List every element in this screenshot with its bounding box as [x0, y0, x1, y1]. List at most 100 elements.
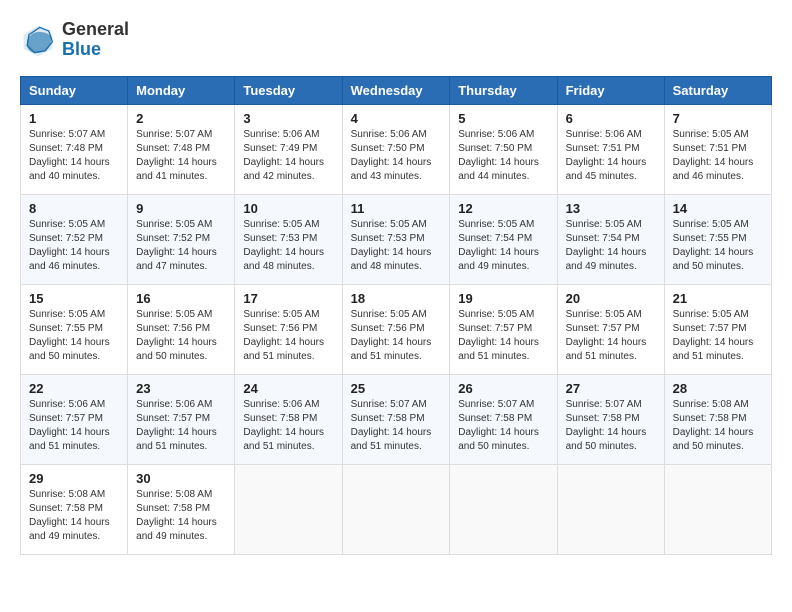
day-cell-18: 18 Sunrise: 5:05 AM Sunset: 7:56 PM Dayli…	[342, 284, 450, 374]
col-header-tuesday: Tuesday	[235, 76, 342, 104]
day-number: 19	[458, 291, 548, 306]
logo: General Blue	[20, 20, 129, 60]
day-number: 27	[566, 381, 656, 396]
day-cell-10: 10 Sunrise: 5:05 AM Sunset: 7:53 PM Dayli…	[235, 194, 342, 284]
day-info: Sunrise: 5:05 AM Sunset: 7:57 PM Dayligh…	[566, 308, 656, 364]
week-row-1: 1 Sunrise: 5:07 AM Sunset: 7:48 PM Daylig…	[21, 104, 772, 194]
day-number: 29	[29, 471, 119, 486]
day-number: 3	[243, 111, 333, 126]
day-number: 8	[29, 201, 119, 216]
day-info: Sunrise: 5:08 AM Sunset: 7:58 PM Dayligh…	[29, 488, 119, 544]
day-info: Sunrise: 5:05 AM Sunset: 7:53 PM Dayligh…	[243, 218, 333, 274]
day-number: 30	[136, 471, 226, 486]
day-number: 4	[351, 111, 442, 126]
day-number: 20	[566, 291, 656, 306]
day-info: Sunrise: 5:06 AM Sunset: 7:49 PM Dayligh…	[243, 128, 333, 184]
day-info: Sunrise: 5:05 AM Sunset: 7:52 PM Dayligh…	[136, 218, 226, 274]
day-number: 11	[351, 201, 442, 216]
day-cell-3: 3 Sunrise: 5:06 AM Sunset: 7:49 PM Daylig…	[235, 104, 342, 194]
day-number: 16	[136, 291, 226, 306]
day-number: 9	[136, 201, 226, 216]
day-number: 25	[351, 381, 442, 396]
logo-icon	[20, 22, 56, 58]
day-cell-6: 6 Sunrise: 5:06 AM Sunset: 7:51 PM Daylig…	[557, 104, 664, 194]
day-info: Sunrise: 5:08 AM Sunset: 7:58 PM Dayligh…	[136, 488, 226, 544]
day-cell-11: 11Sunrise: 5:05 AM Sunset: 7:53 PM Dayli…	[342, 194, 450, 284]
day-info: Sunrise: 5:05 AM Sunset: 7:57 PM Dayligh…	[458, 308, 548, 364]
week-row-4: 22 Sunrise: 5:06 AM Sunset: 7:57 PM Dayli…	[21, 374, 772, 464]
day-cell-30: 30 Sunrise: 5:08 AM Sunset: 7:58 PM Dayli…	[128, 464, 235, 554]
day-number: 10	[243, 201, 333, 216]
day-cell-8: 8Sunrise: 5:05 AM Sunset: 7:52 PM Daylig…	[21, 194, 128, 284]
empty-cell	[557, 464, 664, 554]
day-info: Sunrise: 5:07 AM Sunset: 7:58 PM Dayligh…	[566, 398, 656, 454]
empty-cell	[342, 464, 450, 554]
col-header-friday: Friday	[557, 76, 664, 104]
day-cell-27: 27 Sunrise: 5:07 AM Sunset: 7:58 PM Dayli…	[557, 374, 664, 464]
day-info: Sunrise: 5:05 AM Sunset: 7:55 PM Dayligh…	[673, 218, 763, 274]
day-cell-29: 29 Sunrise: 5:08 AM Sunset: 7:58 PM Dayli…	[21, 464, 128, 554]
day-cell-7: 7 Sunrise: 5:05 AM Sunset: 7:51 PM Daylig…	[664, 104, 771, 194]
day-info: Sunrise: 5:08 AM Sunset: 7:58 PM Dayligh…	[673, 398, 763, 454]
week-row-3: 15 Sunrise: 5:05 AM Sunset: 7:55 PM Dayli…	[21, 284, 772, 374]
day-cell-5: 5 Sunrise: 5:06 AM Sunset: 7:50 PM Daylig…	[450, 104, 557, 194]
week-row-5: 29 Sunrise: 5:08 AM Sunset: 7:58 PM Dayli…	[21, 464, 772, 554]
day-number: 23	[136, 381, 226, 396]
day-cell-16: 16 Sunrise: 5:05 AM Sunset: 7:56 PM Dayli…	[128, 284, 235, 374]
day-headers-row: SundayMondayTuesdayWednesdayThursdayFrid…	[21, 76, 772, 104]
page-header: General Blue	[20, 20, 772, 60]
day-info: Sunrise: 5:05 AM Sunset: 7:56 PM Dayligh…	[136, 308, 226, 364]
col-header-wednesday: Wednesday	[342, 76, 450, 104]
day-number: 22	[29, 381, 119, 396]
col-header-saturday: Saturday	[664, 76, 771, 104]
day-cell-26: 26 Sunrise: 5:07 AM Sunset: 7:58 PM Dayli…	[450, 374, 557, 464]
day-cell-13: 13 Sunrise: 5:05 AM Sunset: 7:54 PM Dayli…	[557, 194, 664, 284]
day-number: 26	[458, 381, 548, 396]
day-info: Sunrise: 5:05 AM Sunset: 7:54 PM Dayligh…	[458, 218, 548, 274]
day-cell-14: 14Sunrise: 5:05 AM Sunset: 7:55 PM Dayli…	[664, 194, 771, 284]
day-cell-20: 20 Sunrise: 5:05 AM Sunset: 7:57 PM Dayli…	[557, 284, 664, 374]
calendar-table: SundayMondayTuesdayWednesdayThursdayFrid…	[20, 76, 772, 555]
day-number: 13	[566, 201, 656, 216]
col-header-thursday: Thursday	[450, 76, 557, 104]
day-info: Sunrise: 5:05 AM Sunset: 7:55 PM Dayligh…	[29, 308, 119, 364]
day-cell-9: 9 Sunrise: 5:05 AM Sunset: 7:52 PM Daylig…	[128, 194, 235, 284]
day-cell-17: 17Sunrise: 5:05 AM Sunset: 7:56 PM Dayli…	[235, 284, 342, 374]
day-cell-4: 4 Sunrise: 5:06 AM Sunset: 7:50 PM Daylig…	[342, 104, 450, 194]
day-info: Sunrise: 5:06 AM Sunset: 7:51 PM Dayligh…	[566, 128, 656, 184]
day-number: 1	[29, 111, 119, 126]
empty-cell	[664, 464, 771, 554]
day-cell-24: 24Sunrise: 5:06 AM Sunset: 7:58 PM Dayli…	[235, 374, 342, 464]
day-info: Sunrise: 5:06 AM Sunset: 7:50 PM Dayligh…	[351, 128, 442, 184]
calendar-header: SundayMondayTuesdayWednesdayThursdayFrid…	[21, 76, 772, 104]
day-info: Sunrise: 5:07 AM Sunset: 7:58 PM Dayligh…	[351, 398, 442, 454]
day-info: Sunrise: 5:07 AM Sunset: 7:48 PM Dayligh…	[136, 128, 226, 184]
day-info: Sunrise: 5:06 AM Sunset: 7:58 PM Dayligh…	[243, 398, 333, 454]
day-info: Sunrise: 5:05 AM Sunset: 7:56 PM Dayligh…	[351, 308, 442, 364]
day-number: 5	[458, 111, 548, 126]
day-number: 6	[566, 111, 656, 126]
day-number: 2	[136, 111, 226, 126]
empty-cell	[450, 464, 557, 554]
col-header-monday: Monday	[128, 76, 235, 104]
col-header-sunday: Sunday	[21, 76, 128, 104]
day-cell-28: 28Sunrise: 5:08 AM Sunset: 7:58 PM Dayli…	[664, 374, 771, 464]
day-number: 7	[673, 111, 763, 126]
week-row-2: 8 Sunrise: 5:05 AM Sunset: 7:52 PM Daylig…	[21, 194, 772, 284]
day-info: Sunrise: 5:06 AM Sunset: 7:57 PM Dayligh…	[136, 398, 226, 454]
day-cell-21: 21Sunrise: 5:05 AM Sunset: 7:57 PM Dayli…	[664, 284, 771, 374]
day-cell-25: 25 Sunrise: 5:07 AM Sunset: 7:58 PM Dayli…	[342, 374, 450, 464]
day-info: Sunrise: 5:06 AM Sunset: 7:50 PM Dayligh…	[458, 128, 548, 184]
day-cell-12: 12Sunrise: 5:05 AM Sunset: 7:54 PM Dayli…	[450, 194, 557, 284]
day-info: Sunrise: 5:05 AM Sunset: 7:54 PM Dayligh…	[566, 218, 656, 274]
day-number: 15	[29, 291, 119, 306]
day-info: Sunrise: 5:06 AM Sunset: 7:57 PM Dayligh…	[29, 398, 119, 454]
day-number: 21	[673, 291, 763, 306]
day-number: 17	[243, 291, 333, 306]
day-number: 18	[351, 291, 442, 306]
day-info: Sunrise: 5:07 AM Sunset: 7:58 PM Dayligh…	[458, 398, 548, 454]
day-cell-15: 15 Sunrise: 5:05 AM Sunset: 7:55 PM Dayli…	[21, 284, 128, 374]
day-info: Sunrise: 5:07 AM Sunset: 7:48 PM Dayligh…	[29, 128, 119, 184]
day-info: Sunrise: 5:05 AM Sunset: 7:51 PM Dayligh…	[673, 128, 763, 184]
day-cell-23: 23 Sunrise: 5:06 AM Sunset: 7:57 PM Dayli…	[128, 374, 235, 464]
